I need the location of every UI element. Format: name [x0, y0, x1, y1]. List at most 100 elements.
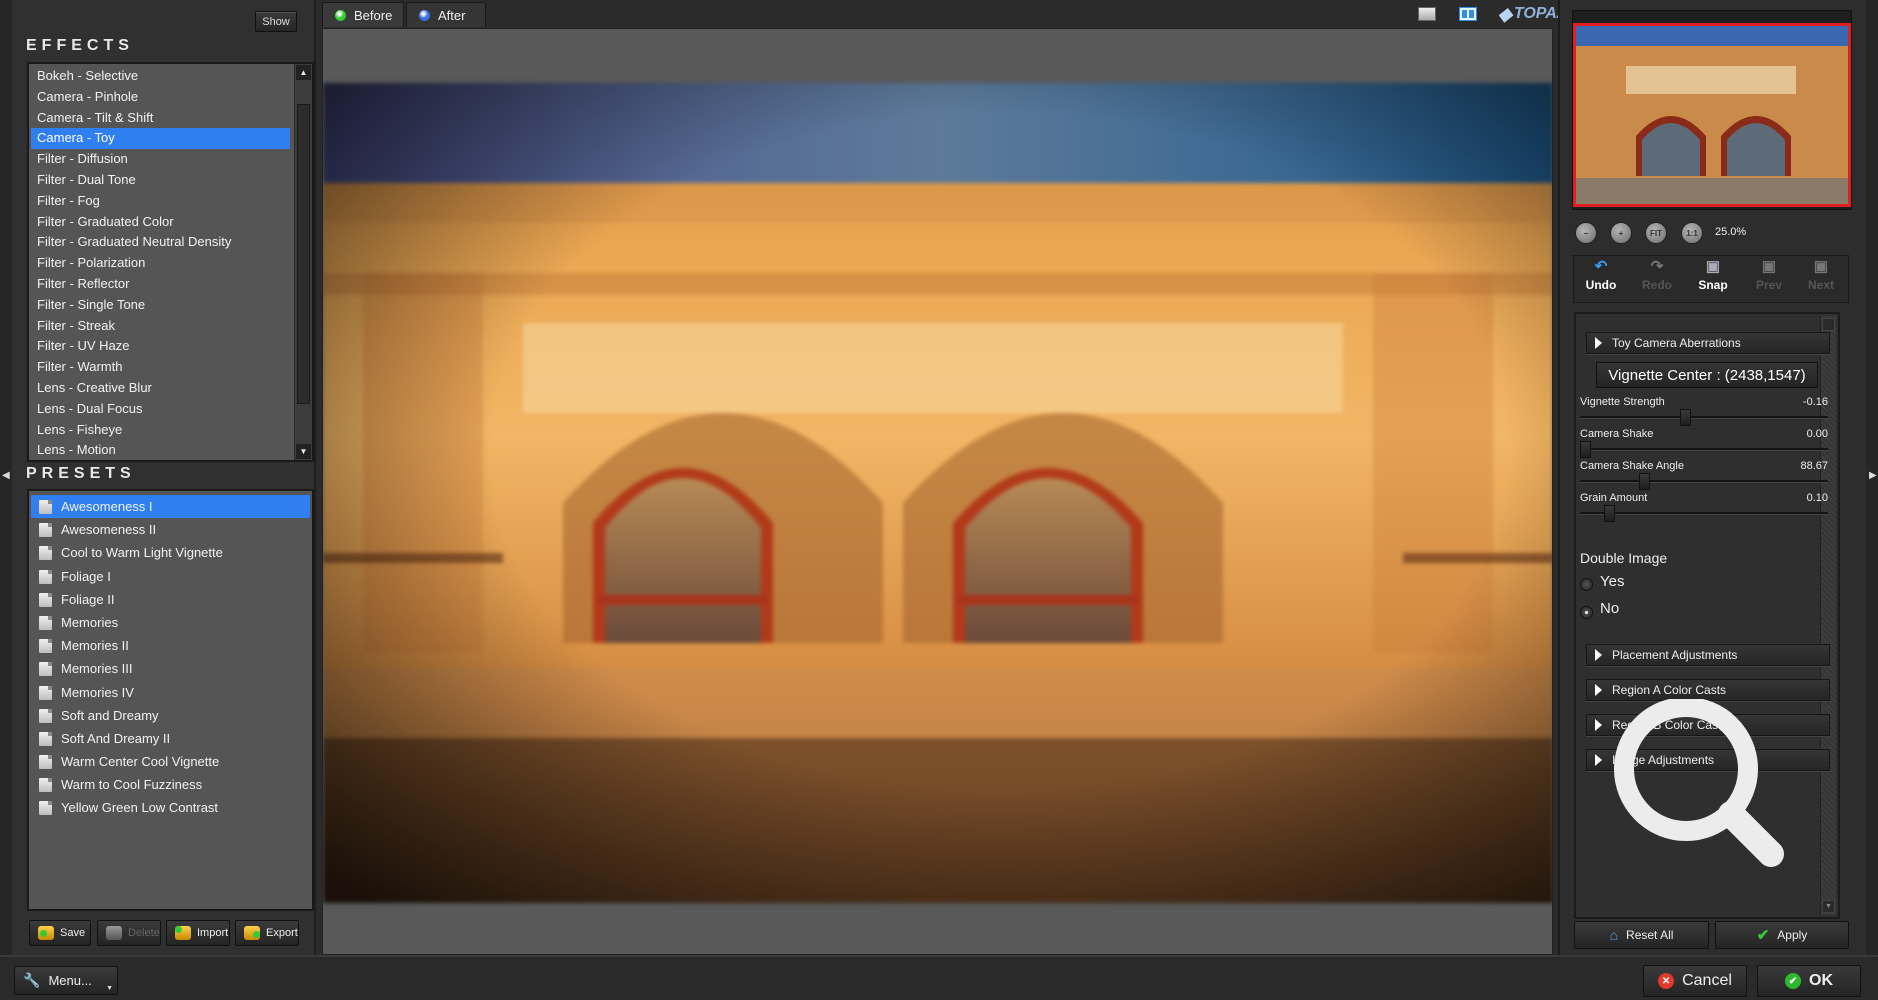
show-button[interactable]: Show	[255, 11, 297, 32]
navigator-thumbnail[interactable]	[1573, 23, 1851, 207]
effect-item[interactable]: Filter - Streak	[31, 316, 290, 337]
slider-track[interactable]	[1580, 409, 1828, 426]
vignette-center-button[interactable]: Vignette Center : (2438,1547)	[1596, 362, 1818, 388]
collapse-right-icon[interactable]: ▶	[1869, 470, 1877, 481]
zoom-in-icon: +	[1618, 228, 1624, 238]
effect-item[interactable]: Filter - Single Tone	[31, 295, 290, 316]
delete-preset-button[interactable]: Delete	[97, 920, 161, 946]
effect-item[interactable]: Filter - Reflector	[31, 274, 290, 295]
zoom-in-button[interactable]: +	[1610, 222, 1632, 244]
preset-item[interactable]: Awesomeness II	[31, 518, 310, 541]
slider-thumb[interactable]	[1580, 441, 1591, 458]
adjust-scroll-up-icon[interactable]	[1822, 318, 1835, 331]
slider-thumb[interactable]	[1639, 473, 1650, 490]
effect-item[interactable]: Filter - Diffusion	[31, 149, 290, 170]
slider-track[interactable]	[1580, 505, 1828, 522]
preset-document-icon	[39, 708, 52, 723]
zoom-fit-button[interactable]: FIT	[1645, 222, 1667, 244]
left-panel: Show EFFECTS Bokeh - Selective Camera - P…	[12, 0, 316, 955]
effect-item[interactable]: Camera - Tilt & Shift	[31, 108, 290, 129]
preset-item[interactable]: Memories IV	[31, 681, 310, 704]
preset-document-icon	[39, 685, 52, 700]
save-preset-button[interactable]: Save	[29, 920, 91, 946]
effects-scroll-thumb[interactable]	[297, 104, 310, 404]
effect-item[interactable]: Filter - Fog	[31, 191, 290, 212]
effect-item[interactable]: Camera - Toy	[31, 128, 290, 150]
split-view-icon[interactable]	[1459, 7, 1477, 21]
image-preview-canvas[interactable]	[322, 28, 1553, 955]
effect-item[interactable]: Camera - Pinhole	[31, 87, 290, 108]
preset-item[interactable]: Foliage I	[31, 565, 310, 588]
double-image-yes-radio[interactable]	[1580, 578, 1593, 591]
scroll-up-icon[interactable]: ▲	[296, 65, 311, 80]
effect-item[interactable]: Lens - Fisheye	[31, 420, 290, 441]
double-image-no-radio[interactable]	[1580, 606, 1593, 619]
effect-item[interactable]: Filter - Graduated Color	[31, 212, 290, 233]
reset-all-button[interactable]: ⌂ Reset All	[1574, 921, 1709, 949]
toy-camera-aberrations-group[interactable]: Toy Camera Aberrations	[1586, 332, 1830, 354]
undo-button[interactable]: ↶ Undo	[1576, 259, 1626, 292]
presets-list[interactable]: Awesomeness I Awesomeness II Cool to Warm …	[27, 489, 314, 911]
export-box-icon	[244, 926, 260, 940]
adjust-scroll-down-icon[interactable]: ▼	[1822, 900, 1835, 913]
effect-item[interactable]: Filter - Warmth	[31, 357, 290, 378]
slider-track[interactable]	[1580, 441, 1828, 458]
preset-label: Warm Center Cool Vignette	[61, 754, 220, 770]
preview-toolbar: Before After ◆ TOPAZ	[318, 0, 1567, 28]
preset-item[interactable]: Memories	[31, 611, 310, 634]
next-button[interactable]: ▣ Next	[1796, 259, 1846, 292]
effect-item[interactable]: Bokeh - Selective	[31, 66, 290, 87]
preset-item[interactable]: Warm to Cool Fuzziness	[31, 773, 310, 796]
preset-item[interactable]: Yellow Green Low Contrast	[31, 796, 310, 819]
ok-button[interactable]: ✔ OK	[1757, 965, 1861, 997]
zoom-1to1-button[interactable]: 1:1	[1681, 222, 1703, 244]
effects-scrollbar[interactable]: ▲ ▼	[294, 64, 312, 460]
apply-button[interactable]: ✔ Apply	[1715, 921, 1849, 949]
double-image-no-label[interactable]: No	[1600, 600, 1619, 617]
preset-label: Foliage I	[61, 568, 111, 584]
slider-thumb[interactable]	[1604, 505, 1615, 522]
effect-item[interactable]: Lens - Creative Blur	[31, 378, 290, 399]
effect-item[interactable]: Filter - UV Haze	[31, 336, 290, 357]
slider-name: Camera Shake	[1580, 428, 1654, 440]
cancel-button[interactable]: ✕ Cancel	[1643, 965, 1747, 997]
effect-item[interactable]: Filter - Polarization	[31, 253, 290, 274]
menu-button[interactable]: 🔧 Menu... ▼	[14, 966, 118, 995]
right-collapse-strip[interactable]: ▶	[1866, 0, 1878, 955]
slider-thumb[interactable]	[1680, 409, 1691, 426]
slider-value: 88.67	[1800, 460, 1828, 472]
prev-button[interactable]: ▣ Prev	[1744, 259, 1794, 292]
preset-document-icon	[39, 778, 52, 793]
slider-label-row: Vignette Strength -0.16	[1580, 396, 1828, 408]
tab-after[interactable]: After	[406, 2, 486, 27]
left-collapse-strip[interactable]: ◀	[0, 0, 12, 955]
import-preset-button[interactable]: Import	[166, 920, 230, 946]
redo-button[interactable]: ↷ Redo	[1632, 259, 1682, 292]
preset-item[interactable]: Warm Center Cool Vignette	[31, 750, 310, 773]
preset-item[interactable]: Memories III	[31, 657, 310, 680]
collapse-left-icon[interactable]: ◀	[2, 470, 10, 481]
preset-item[interactable]: Foliage II	[31, 588, 310, 611]
snap-button[interactable]: ▣ Snap	[1688, 259, 1738, 292]
preset-item[interactable]: Soft And Dreamy II	[31, 727, 310, 750]
scroll-down-icon[interactable]: ▼	[296, 444, 311, 459]
adjustment-group-region-a-color-casts[interactable]: Region A Color Casts	[1586, 679, 1830, 701]
zoom-out-button[interactable]: −	[1575, 222, 1597, 244]
preset-item[interactable]: Cool to Warm Light Vignette	[31, 541, 310, 564]
effect-item[interactable]: Filter - Dual Tone	[31, 170, 290, 191]
single-view-icon[interactable]	[1418, 7, 1436, 21]
export-preset-button[interactable]: Export	[235, 920, 299, 946]
slider-track[interactable]	[1580, 473, 1828, 490]
double-image-yes-label[interactable]: Yes	[1600, 573, 1624, 590]
effect-item[interactable]: Filter - Graduated Neutral Density	[31, 232, 290, 253]
effect-item[interactable]: Lens - Motion	[31, 440, 290, 460]
preset-item[interactable]: Memories II	[31, 634, 310, 657]
preview-photo[interactable]	[323, 83, 1552, 903]
effect-item[interactable]: Lens - Dual Focus	[31, 399, 290, 420]
preset-item[interactable]: Soft and Dreamy	[31, 704, 310, 727]
preset-document-icon	[39, 523, 52, 538]
adjustment-group-placement-adjustments[interactable]: Placement Adjustments	[1586, 644, 1830, 666]
tab-before[interactable]: Before	[322, 2, 404, 27]
effects-list[interactable]: Bokeh - Selective Camera - Pinhole Camera …	[27, 62, 314, 462]
preset-item[interactable]: Awesomeness I	[31, 495, 310, 519]
